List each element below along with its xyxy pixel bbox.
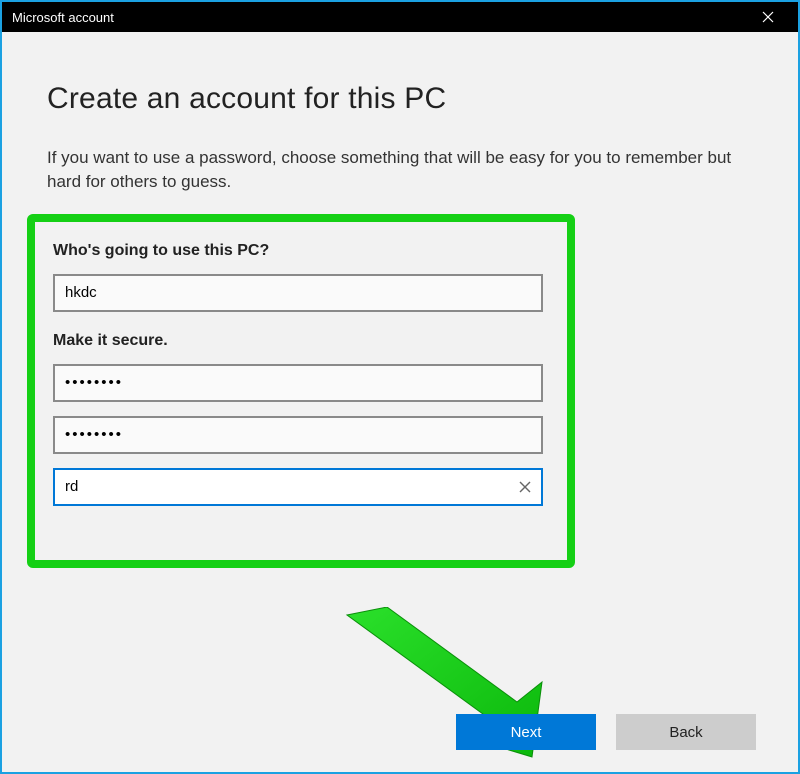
footer-buttons: Next Back [456, 714, 756, 750]
window-title: Microsoft account [12, 10, 114, 25]
close-button[interactable] [748, 2, 788, 32]
hint-input[interactable] [53, 468, 543, 506]
username-field-wrap [53, 274, 543, 312]
content-area: Create an account for this PC If you wan… [2, 32, 798, 772]
form-highlight: Who's going to use this PC? Make it secu… [27, 214, 575, 568]
close-icon [762, 11, 774, 23]
username-input[interactable] [53, 274, 543, 312]
hint-field-wrap [53, 468, 543, 506]
x-icon [518, 480, 532, 494]
password-label: Make it secure. [53, 332, 549, 350]
username-label: Who's going to use this PC? [53, 242, 549, 260]
dialog-window: Microsoft account Create an account for … [0, 0, 800, 774]
password-field-wrap [53, 364, 543, 402]
confirm-password-input[interactable] [53, 416, 543, 454]
page-heading: Create an account for this PC [47, 82, 753, 116]
clear-hint-button[interactable] [515, 477, 535, 497]
password-input[interactable] [53, 364, 543, 402]
page-subtext: If you want to use a password, choose so… [47, 146, 753, 194]
next-button[interactable]: Next [456, 714, 596, 750]
titlebar: Microsoft account [2, 2, 798, 32]
back-button[interactable]: Back [616, 714, 756, 750]
confirm-password-field-wrap [53, 416, 543, 454]
